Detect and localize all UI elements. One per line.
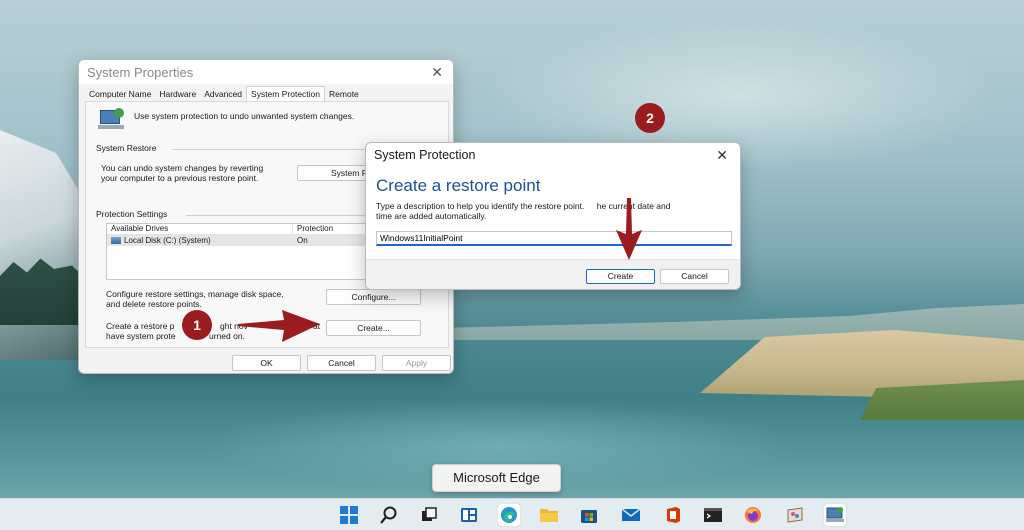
ok-button[interactable]: OK xyxy=(232,355,301,371)
step-1-arrow-icon xyxy=(238,310,320,342)
office-icon[interactable] xyxy=(662,504,684,526)
windows-start-icon[interactable] xyxy=(338,504,360,526)
create-text-1a: Create a restore p xyxy=(106,321,175,331)
create-button[interactable]: Create... xyxy=(326,320,421,336)
system-properties-titlebar[interactable]: System Properties ✕ xyxy=(79,60,453,84)
system-protection-titlebar[interactable]: System Protection ✕ xyxy=(366,143,740,167)
intro-text: Use system protection to undo unwanted s… xyxy=(134,111,355,121)
step-1-badge: 1 xyxy=(182,310,212,340)
restore-point-name-input[interactable] xyxy=(376,231,732,246)
configure-button[interactable]: Configure... xyxy=(326,289,421,305)
tab-hardware[interactable]: Hardware xyxy=(155,87,200,102)
create-text-2a: have system prote xyxy=(106,331,176,341)
system-protection-icon xyxy=(98,108,126,130)
restore-point-description: Type a description to help you identify … xyxy=(376,201,732,221)
system-properties-icon[interactable] xyxy=(824,504,846,526)
protection-settings-label: Protection Settings xyxy=(96,209,168,219)
mail-icon[interactable] xyxy=(620,504,642,526)
firefox-icon[interactable] xyxy=(742,504,764,526)
drive-row[interactable]: Local Disk (C:) (System) On xyxy=(107,235,367,246)
create-button[interactable]: Create xyxy=(586,269,655,284)
taskbar xyxy=(0,498,1024,530)
tab-system-protection[interactable]: System Protection xyxy=(246,86,326,102)
description-line-2: time are added automatically. xyxy=(376,211,487,221)
file-explorer-icon[interactable] xyxy=(538,504,560,526)
taskbar-tooltip: Microsoft Edge xyxy=(432,464,561,492)
search-icon[interactable] xyxy=(378,504,400,526)
drive-name-cell: Local Disk (C:) (System) xyxy=(107,236,293,245)
column-available-drives[interactable]: Available Drives xyxy=(107,224,293,234)
system-protection-title: System Protection xyxy=(374,148,476,162)
drive-protection: On xyxy=(297,236,308,245)
system-properties-title: System Properties xyxy=(87,64,194,80)
cancel-button[interactable]: Cancel xyxy=(307,355,376,371)
description-line-1a: Type a description to help you identify … xyxy=(376,201,585,211)
drive-icon xyxy=(111,237,121,244)
configure-text-2: and delete restore points. xyxy=(106,299,202,309)
system-restore-text-1: You can undo system changes by reverting xyxy=(101,163,264,173)
close-icon[interactable]: ✕ xyxy=(431,65,443,79)
tab-computer-name[interactable]: Computer Name xyxy=(85,87,155,102)
microsoft-store-icon[interactable] xyxy=(578,504,600,526)
drive-name: Local Disk (C:) (System) xyxy=(124,236,211,245)
configure-text-1: Configure restore settings, manage disk … xyxy=(106,289,284,299)
edge-icon[interactable] xyxy=(498,504,520,526)
tab-bar: Computer Name Hardware Advanced System P… xyxy=(79,84,453,102)
step-2-badge: 2 xyxy=(635,103,665,133)
system-protection-dialog: System Protection ✕ Create a restore poi… xyxy=(365,142,741,290)
terminal-icon[interactable] xyxy=(702,504,724,526)
apply-button[interactable]: Apply xyxy=(382,355,451,371)
close-icon[interactable]: ✕ xyxy=(716,148,728,162)
cancel-button[interactable]: Cancel xyxy=(660,269,729,284)
system-restore-label: System Restore xyxy=(96,143,157,153)
tab-remote[interactable]: Remote xyxy=(325,87,363,102)
step-2-arrow-icon xyxy=(616,198,642,260)
column-protection[interactable]: Protection xyxy=(293,224,333,234)
drives-header: Available Drives Protection xyxy=(107,224,367,235)
drives-list[interactable]: Available Drives Protection Local Disk (… xyxy=(106,223,368,280)
restore-point-heading: Create a restore point xyxy=(376,176,541,195)
widgets-icon[interactable] xyxy=(458,504,480,526)
dialog-button-bar: Create Cancel xyxy=(366,259,740,289)
tab-advanced[interactable]: Advanced xyxy=(200,87,246,102)
paint-icon[interactable] xyxy=(784,504,806,526)
task-view-icon[interactable] xyxy=(418,504,440,526)
system-restore-text-2: your computer to a previous restore poin… xyxy=(101,173,259,183)
intro-row: Use system protection to undo unwanted s… xyxy=(98,108,354,130)
